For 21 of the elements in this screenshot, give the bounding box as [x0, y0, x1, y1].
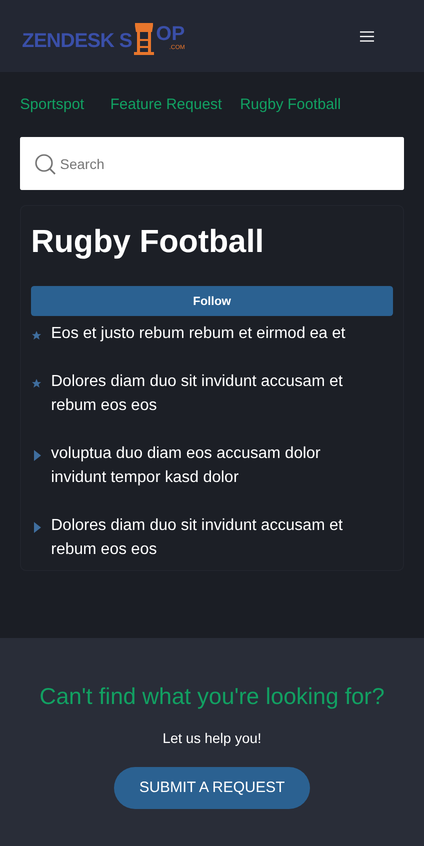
article-link[interactable]: voluptua duo diam eos accusam dolor invidunt tempor kasd dolor — [51, 442, 393, 490]
search-field[interactable]: Search — [20, 137, 404, 190]
shop-icon — [132, 21, 156, 55]
triangle-icon — [34, 450, 42, 461]
submit-request-button[interactable]: SUBMIT A REQUEST — [114, 767, 310, 809]
breadcrumb-link[interactable]: Feature Request — [110, 94, 222, 116]
footer-subtext: Let us help you! — [162, 729, 262, 748]
star-icon — [31, 378, 42, 389]
breadcrumb-link[interactable]: Sportspot — [20, 94, 84, 116]
triangle-icon — [34, 522, 42, 533]
menu-icon[interactable] — [360, 30, 374, 42]
section-title: Rugby Football — [31, 222, 265, 260]
follow-button[interactable]: Follow — [31, 286, 393, 316]
article-link[interactable]: Dolores diam duo sit invidunt accusam et rebum eos eos — [51, 370, 393, 418]
footer-heading: Can't find what you're looking for? — [39, 682, 385, 710]
logo-text: OP — [156, 24, 185, 44]
star-icon — [31, 330, 42, 341]
article-link[interactable]: Eos et justo rebum rebum et eirmod ea et — [51, 322, 386, 346]
logo-text: ZENDESK S — [22, 31, 132, 51]
article-link[interactable]: Dolores diam duo sit invidunt accusam et rebum eos eos — [51, 514, 393, 562]
breadcrumb-link[interactable]: Rugby Football — [240, 94, 341, 116]
